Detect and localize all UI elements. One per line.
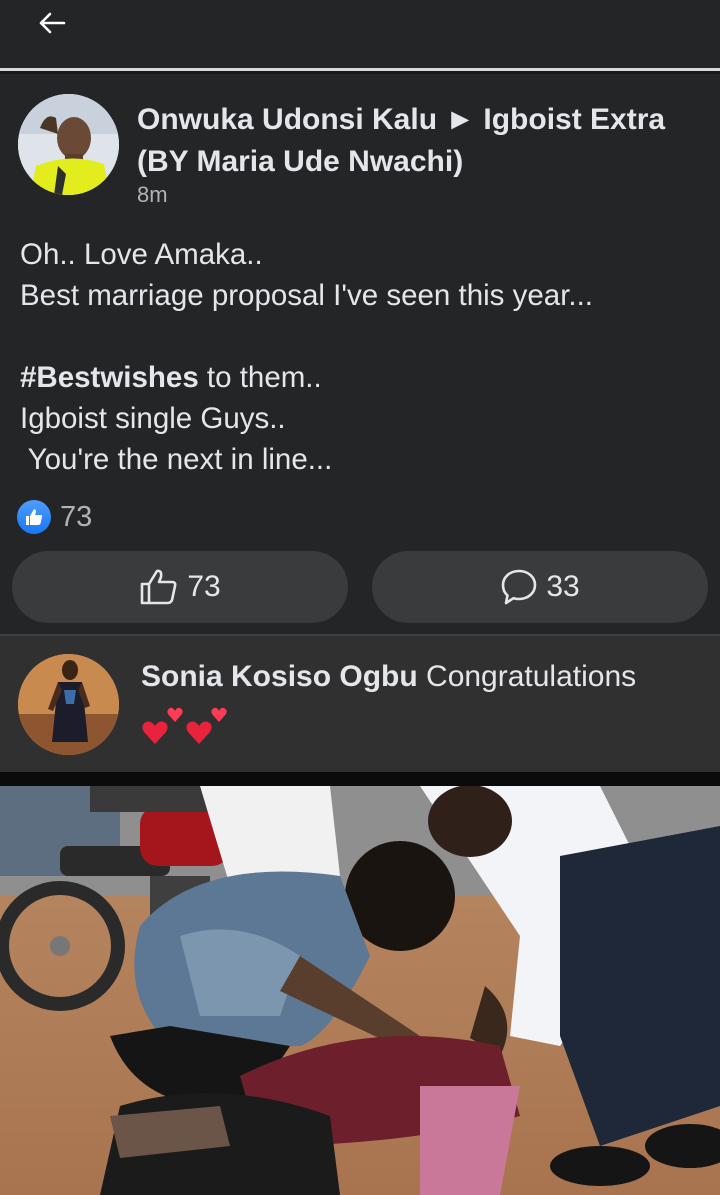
comment-button[interactable]: 33: [372, 551, 708, 623]
comment-item: Sonia Kosiso Ogbu Congratulations: [0, 636, 720, 772]
author-avatar[interactable]: [18, 94, 119, 195]
post-timestamp[interactable]: 8m: [137, 182, 168, 208]
like-icon: [17, 500, 51, 534]
top-bar-divider: [0, 68, 720, 71]
comment-count: 33: [546, 570, 580, 603]
reaction-summary[interactable]: 73: [17, 499, 92, 535]
commenter-name[interactable]: Sonia Kosiso Ogbu: [141, 660, 418, 693]
post-author[interactable]: Onwuka Udonsi Kalu ► Igboist Extra (BY M…: [137, 99, 707, 183]
back-button[interactable]: [30, 8, 74, 38]
post-text-line: #Bestwishes to them..: [20, 357, 710, 398]
top-bar: [0, 0, 720, 68]
arrow-left-icon: [39, 12, 66, 34]
post-text-line: You're the next in line...: [20, 443, 333, 476]
thumbs-up-icon: [141, 569, 177, 605]
post-text-line: Oh.. Love Amaka..: [20, 238, 263, 271]
post-text-line: Igboist single Guys..: [20, 402, 286, 435]
two-hearts-icon: [141, 704, 233, 748]
photo-spacer: [0, 772, 720, 786]
comment-text: Sonia Kosiso Ogbu Congratulations: [141, 656, 701, 698]
post-text-line: Best marriage proposal I've seen this ye…: [20, 279, 593, 312]
post-photo[interactable]: [0, 786, 720, 1195]
post-text-blank-line: [20, 316, 710, 357]
post-card: Onwuka Udonsi Kalu ► Igboist Extra (BY M…: [0, 74, 720, 634]
comment-bubble-icon: [502, 569, 537, 605]
comment-body: Congratulations: [417, 660, 637, 693]
post-text: Oh.. Love Amaka.. Best marriage proposal …: [20, 234, 710, 480]
reaction-count: 73: [60, 500, 93, 533]
hashtag-link[interactable]: #Bestwishes: [20, 361, 199, 394]
like-button[interactable]: 73: [12, 551, 348, 623]
post-text-fragment: to them..: [198, 361, 322, 394]
like-count: 73: [187, 570, 221, 603]
commenter-avatar[interactable]: [18, 654, 119, 755]
